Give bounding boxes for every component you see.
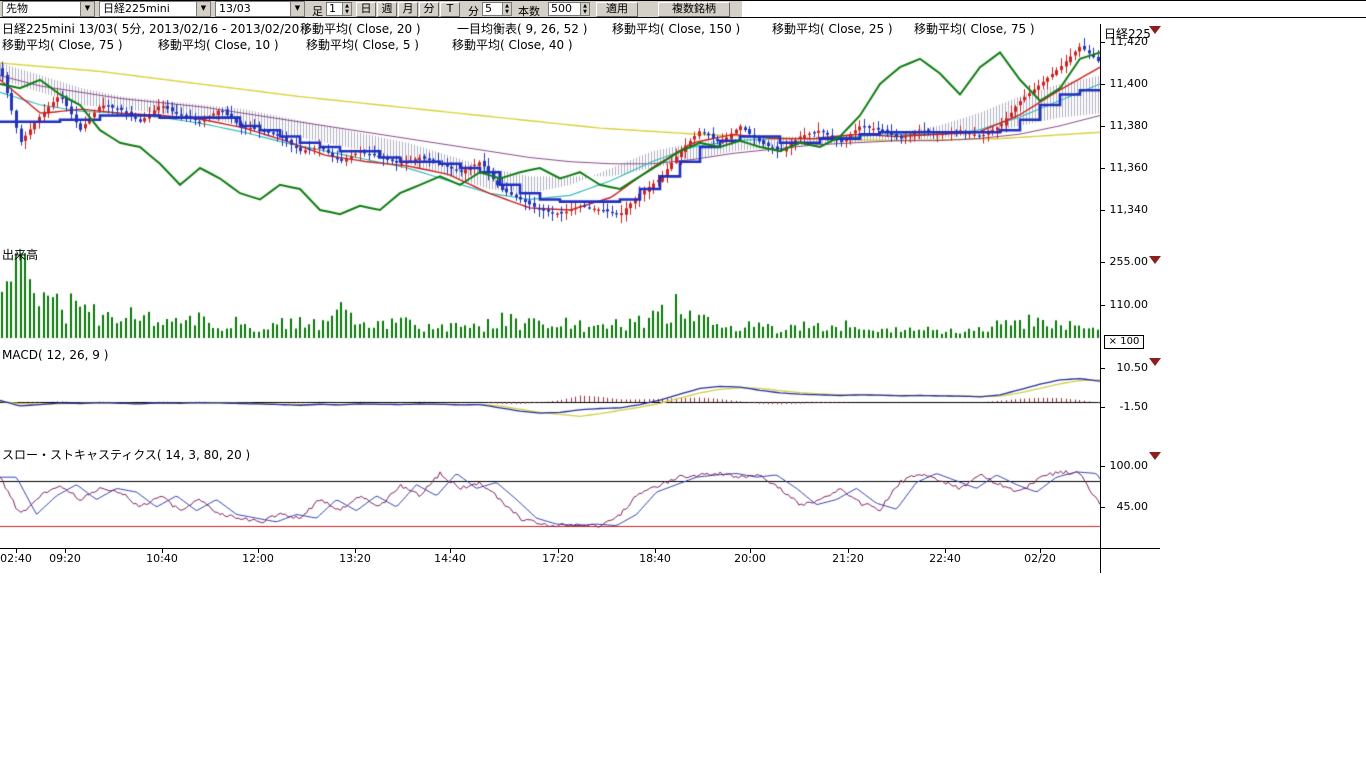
time-axis-tick xyxy=(848,549,849,553)
time-axis-label: 12:00 xyxy=(238,552,278,565)
axis-tick xyxy=(1101,466,1105,467)
axis-tick xyxy=(1101,84,1105,85)
chart-area: 出来高 MACD( 12, 26, 9 ) スロー・ストキャスティクス( 14,… xyxy=(0,0,1366,768)
time-axis-label: 21:20 xyxy=(828,552,868,565)
axis-label: 11,380 xyxy=(1104,119,1148,132)
chart-header-item: 移動平均( Close, 20 ) xyxy=(300,20,421,37)
axis-label: 11,340 xyxy=(1104,203,1148,216)
axis-tick xyxy=(1101,126,1105,127)
axis-tick xyxy=(1101,305,1105,306)
chart-header-item: 移動平均( Close, 40 ) xyxy=(452,36,573,53)
chart-header-item: 日経225mini 13/03( 5分, 2013/02/16 - 2013/0… xyxy=(2,20,308,37)
axis-tick xyxy=(1101,262,1105,263)
time-axis-label: 20:00 xyxy=(730,552,770,565)
price-chart-canvas[interactable] xyxy=(0,24,1100,248)
axis-tick xyxy=(1101,210,1105,211)
chart-header-item: 移動平均( Close, 75 ) xyxy=(914,20,1035,37)
time-axis-label: 22:40 xyxy=(925,552,965,565)
macd-canvas[interactable] xyxy=(0,356,1100,448)
time-axis-tick xyxy=(655,549,656,553)
chart-header-item: 移動平均( Close, 150 ) xyxy=(612,20,740,37)
axis-tick xyxy=(1101,42,1105,43)
scroll-down-arrow[interactable] xyxy=(1149,256,1161,264)
axis-label: 110.00 xyxy=(1104,298,1148,311)
scroll-down-arrow[interactable] xyxy=(1149,452,1161,460)
scroll-down-arrow[interactable] xyxy=(1149,358,1161,366)
time-axis-label: 10:40 xyxy=(142,552,182,565)
time-axis-tick xyxy=(258,549,259,553)
time-axis-label: 18:40 xyxy=(635,552,675,565)
axis-tick xyxy=(1101,407,1105,408)
chart-header-item: 移動平均( Close, 5 ) xyxy=(306,36,419,53)
axis-label: 11,400 xyxy=(1104,77,1148,90)
time-axis-line xyxy=(0,548,1160,549)
chart-header-item: 一目均衡表( 9, 26, 52 ) xyxy=(457,20,587,37)
time-axis-label: 09:20 xyxy=(45,552,85,565)
time-axis-label: 02:40 xyxy=(0,552,36,565)
time-axis-tick xyxy=(162,549,163,553)
chart-header-item: 移動平均( Close, 10 ) xyxy=(158,36,279,53)
axis-label: 100.00 xyxy=(1104,459,1148,472)
volume-canvas[interactable] xyxy=(0,252,1100,342)
stoch-canvas[interactable] xyxy=(0,460,1100,548)
time-axis-tick xyxy=(945,549,946,553)
time-axis-tick xyxy=(558,549,559,553)
axis-label: 45.00 xyxy=(1104,500,1148,513)
axis-tick xyxy=(1101,168,1105,169)
time-axis-label: 13:20 xyxy=(335,552,375,565)
axis-tick xyxy=(1101,507,1105,508)
axis-label: -1.50 xyxy=(1104,400,1148,413)
time-axis-tick xyxy=(355,549,356,553)
chart-header-item: 移動平均( Close, 75 ) xyxy=(2,36,123,53)
time-axis-label: 02/20 xyxy=(1020,552,1060,565)
time-axis-tick xyxy=(65,549,66,553)
chart-header-item: 移動平均( Close, 25 ) xyxy=(772,20,893,37)
price-axis-line xyxy=(1100,24,1101,573)
volume-multiplier-box: × 100 xyxy=(1104,335,1144,349)
volume-panel-title: 出来高 xyxy=(2,246,38,263)
axis-label: 11,360 xyxy=(1104,161,1148,174)
time-axis-label: 14:40 xyxy=(430,552,470,565)
time-axis-tick xyxy=(16,549,17,553)
time-axis-tick xyxy=(750,549,751,553)
time-axis-tick xyxy=(1040,549,1041,553)
axis-label: 10.50 xyxy=(1104,361,1148,374)
time-axis-tick xyxy=(450,549,451,553)
axis-label: 255.00 xyxy=(1104,255,1148,268)
axis-label: 11,420 xyxy=(1104,35,1148,48)
axis-tick xyxy=(1101,368,1105,369)
scroll-down-arrow[interactable] xyxy=(1149,26,1161,34)
macd-panel-title: MACD( 12, 26, 9 ) xyxy=(2,348,108,362)
trading-chart-app: 先物 ▼ 日経225mini ▼ 13/03 ▼ 足 1 ▲▼ 分 5 ▲▼ 本… xyxy=(0,0,1366,768)
stoch-panel-title: スロー・ストキャスティクス( 14, 3, 80, 20 ) xyxy=(2,446,250,463)
time-axis-label: 17:20 xyxy=(538,552,578,565)
